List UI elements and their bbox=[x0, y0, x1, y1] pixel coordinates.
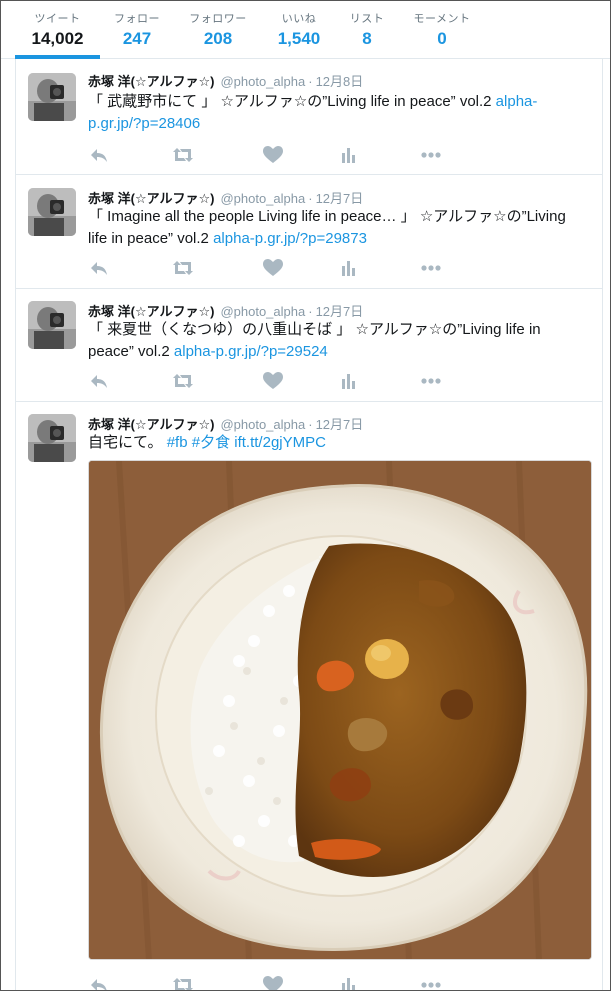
nav-followers-count: 208 bbox=[203, 29, 233, 48]
tweet-actions bbox=[88, 145, 448, 165]
tweet-text-body: 自宅にて。 bbox=[88, 434, 167, 451]
more-icon[interactable] bbox=[420, 145, 442, 165]
separator-dot: · bbox=[308, 191, 313, 206]
tweet-actions bbox=[88, 975, 448, 990]
analytics-icon[interactable] bbox=[338, 258, 360, 278]
nav-likes-label: いいね bbox=[281, 13, 317, 25]
nav-tweets[interactable]: ツイート 14,002 bbox=[15, 1, 100, 59]
tweet-text: 「 武蔵野市にて 」 ☆アルファ☆の”Living life in peace”… bbox=[88, 91, 588, 135]
tweet-header: 赤塚 洋(☆アルファ☆) @photo_alpha · 12月8日 bbox=[88, 71, 363, 90]
more-icon[interactable] bbox=[420, 371, 442, 391]
tweet-header: 赤塚 洋(☆アルファ☆) @photo_alpha · 12月7日 bbox=[88, 188, 363, 207]
tweet-fullname[interactable]: 赤塚 洋(☆アルファ☆) bbox=[88, 417, 214, 432]
hashtag-link[interactable]: #夕食 bbox=[192, 434, 230, 451]
tweet-text: 自宅にて。 #fb #夕食 ift.tt/2gjYMPC bbox=[88, 432, 588, 454]
nav-lists-count: 8 bbox=[362, 29, 372, 48]
nav-tweets-count: 14,002 bbox=[31, 29, 84, 48]
tweet-actions bbox=[88, 258, 448, 278]
tweet-timestamp[interactable]: 12月7日 bbox=[316, 417, 364, 432]
tweet[interactable]: 赤塚 洋(☆アルファ☆) @photo_alpha · 12月8日 「 武蔵野市にて … bbox=[16, 59, 602, 175]
like-icon[interactable] bbox=[262, 975, 284, 990]
tweet[interactable]: 赤塚 洋(☆アルファ☆) @photo_alpha · 12月7日 「 Imagine… bbox=[16, 176, 602, 289]
tweet-fullname[interactable]: 赤塚 洋(☆アルファ☆) bbox=[88, 304, 214, 319]
more-icon[interactable] bbox=[420, 975, 442, 990]
more-icon[interactable] bbox=[420, 258, 442, 278]
profile-page: ツイート 14,002 フォロー 247 フォロワー 208 いいね 1,540… bbox=[0, 0, 611, 991]
tweet-link[interactable]: alpha-p.gr.jp/?p=29524 bbox=[174, 343, 328, 360]
tweet-actions bbox=[88, 371, 448, 391]
nav-moments[interactable]: モーメント 0 bbox=[407, 1, 477, 59]
separator-dot: · bbox=[308, 74, 313, 89]
tweet-stream: 赤塚 洋(☆アルファ☆) @photo_alpha · 12月8日 「 武蔵野市にて … bbox=[15, 59, 603, 990]
avatar[interactable] bbox=[28, 188, 76, 236]
nav-following-count: 247 bbox=[122, 29, 152, 48]
nav-likes[interactable]: いいね 1,540 bbox=[271, 1, 327, 59]
retweet-icon[interactable] bbox=[172, 975, 194, 990]
avatar-photo bbox=[28, 188, 76, 236]
profile-nav: ツイート 14,002 フォロー 247 フォロワー 208 いいね 1,540… bbox=[1, 1, 610, 59]
retweet-icon[interactable] bbox=[172, 145, 194, 165]
hashtag-link[interactable]: #fb bbox=[167, 434, 188, 451]
reply-icon[interactable] bbox=[88, 371, 110, 391]
reply-icon[interactable] bbox=[88, 258, 110, 278]
tweet-photo[interactable] bbox=[88, 460, 592, 960]
tweet-timestamp[interactable]: 12月8日 bbox=[316, 74, 364, 89]
reply-icon[interactable] bbox=[88, 145, 110, 165]
separator-dot: · bbox=[308, 417, 313, 432]
nav-likes-count: 1,540 bbox=[277, 29, 321, 48]
avatar-photo bbox=[28, 73, 76, 121]
tweet-timestamp[interactable]: 12月7日 bbox=[316, 191, 364, 206]
avatar[interactable] bbox=[28, 301, 76, 349]
tweet-link[interactable]: alpha-p.gr.jp/?p=29873 bbox=[213, 230, 367, 247]
like-icon[interactable] bbox=[262, 371, 284, 391]
separator-dot: · bbox=[308, 304, 313, 319]
tweet-username[interactable]: @photo_alpha bbox=[220, 191, 305, 206]
analytics-icon[interactable] bbox=[338, 371, 360, 391]
curry-rice-photo bbox=[89, 461, 591, 959]
avatar-photo bbox=[28, 414, 76, 462]
tweet-username[interactable]: @photo_alpha bbox=[220, 417, 305, 432]
tweet-link[interactable]: ift.tt/2gjYMPC bbox=[234, 434, 326, 451]
tweet-text: 「 Imagine all the people Living life in … bbox=[88, 206, 588, 250]
tweet-username[interactable]: @photo_alpha bbox=[220, 304, 305, 319]
like-icon[interactable] bbox=[262, 145, 284, 165]
tweet-text-body: 「 武蔵野市にて 」 ☆アルファ☆の”Living life in peace”… bbox=[88, 93, 496, 110]
tweet-header: 赤塚 洋(☆アルファ☆) @photo_alpha · 12月7日 bbox=[88, 414, 363, 433]
retweet-icon[interactable] bbox=[172, 371, 194, 391]
tweet-text: 「 来夏世（くなつゆ）の八重山そば 」 ☆アルファ☆の”Living life … bbox=[88, 319, 588, 363]
nav-following[interactable]: フォロー 247 bbox=[105, 1, 169, 59]
analytics-icon[interactable] bbox=[338, 145, 360, 165]
nav-followers[interactable]: フォロワー 208 bbox=[181, 1, 255, 59]
tweet[interactable]: 赤塚 洋(☆アルファ☆) @photo_alpha · 12月7日 自宅にて。 #fb… bbox=[16, 402, 602, 990]
tweet[interactable]: 赤塚 洋(☆アルファ☆) @photo_alpha · 12月7日 「 来夏世（くなつ… bbox=[16, 289, 602, 402]
nav-lists[interactable]: リスト 8 bbox=[341, 1, 393, 59]
nav-followers-label: フォロワー bbox=[189, 13, 247, 25]
analytics-icon[interactable] bbox=[338, 975, 360, 990]
tweet-timestamp[interactable]: 12月7日 bbox=[316, 304, 364, 319]
avatar[interactable] bbox=[28, 414, 76, 462]
nav-lists-label: リスト bbox=[349, 13, 385, 25]
nav-moments-count: 0 bbox=[437, 29, 447, 48]
tweet-username[interactable]: @photo_alpha bbox=[220, 74, 305, 89]
tweet-fullname[interactable]: 赤塚 洋(☆アルファ☆) bbox=[88, 191, 214, 206]
avatar[interactable] bbox=[28, 73, 76, 121]
tweet-fullname[interactable]: 赤塚 洋(☆アルファ☆) bbox=[88, 74, 214, 89]
reply-icon[interactable] bbox=[88, 975, 110, 990]
nav-following-label: フォロー bbox=[114, 13, 160, 25]
like-icon[interactable] bbox=[262, 258, 284, 278]
avatar-photo bbox=[28, 301, 76, 349]
nav-tweets-label: ツイート bbox=[34, 13, 81, 25]
tweet-header: 赤塚 洋(☆アルファ☆) @photo_alpha · 12月7日 bbox=[88, 301, 363, 320]
nav-moments-label: モーメント bbox=[413, 13, 471, 25]
retweet-icon[interactable] bbox=[172, 258, 194, 278]
